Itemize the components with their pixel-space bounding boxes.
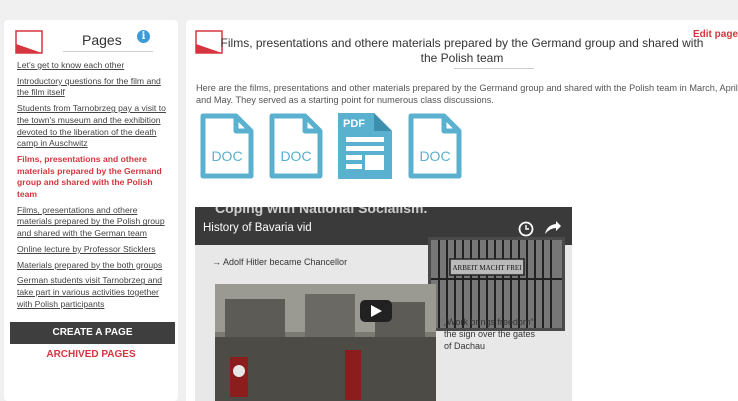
sidebar-item[interactable]: German students visit Tarnobrzeg and tak… [17, 275, 167, 310]
title-divider [454, 68, 534, 69]
video-thumbnail: Coping with National Socialism. History … [195, 207, 572, 401]
doc-file-icon[interactable]: DOC [408, 113, 462, 179]
sidebar-item[interactable]: Introductory questions for the film and … [17, 76, 167, 99]
gate-sign: ARBEIT MACHT FREI [453, 264, 523, 272]
intro-text: Here are the films, presentations and ot… [196, 83, 738, 105]
file-type-label: PDF [343, 118, 365, 130]
page-list: Let's get to know each other Introductory… [17, 60, 167, 317]
create-page-button[interactable]: CREATE A PAGE [10, 322, 175, 344]
play-icon [360, 300, 392, 322]
edit-page-link[interactable]: Edit page [693, 29, 738, 40]
doc-file-icon[interactable]: DOC [269, 113, 323, 179]
page-title: Films, presentations and othere material… [220, 36, 704, 65]
title-divider [63, 51, 153, 52]
file-type-label: DOC [419, 148, 450, 164]
pdf-file-icon[interactable]: PDF [338, 113, 392, 179]
pages-sidebar: Pages i Let's get to know each other Intr… [4, 20, 178, 401]
file-type-label: DOC [280, 148, 311, 164]
file-type-label: DOC [211, 148, 242, 164]
parade-photo [215, 284, 436, 401]
main-content: Films, presentations and othere material… [186, 20, 738, 401]
sidebar-item-active[interactable]: Films, presentations and othere material… [17, 154, 167, 201]
doc-file-icon[interactable]: DOC [200, 113, 254, 179]
sidebar-title: Pages [82, 32, 122, 48]
embedded-video[interactable]: Coping with National Socialism. History … [195, 207, 572, 401]
sidebar-item[interactable]: Materials prepared by the both groups [17, 260, 167, 272]
sidebar-item[interactable]: Let's get to know each other [17, 60, 167, 72]
sidebar-item[interactable]: Students from Tarnobrzeg pay a visit to … [17, 103, 167, 150]
sidebar-item[interactable]: Films, presentations and othere material… [17, 205, 167, 240]
archived-pages-link[interactable]: ARCHIVED PAGES [4, 349, 178, 360]
video-top-text: Coping with National Socialism. [215, 207, 427, 216]
video-title: History of Bavaria vid [203, 222, 312, 234]
sidebar-item[interactable]: Online lecture by Professor Sticklers [17, 244, 167, 256]
video-bullet: → Adolf Hitler became Chancellor [212, 257, 347, 267]
info-icon[interactable]: i [137, 30, 150, 43]
page-flag-icon [15, 30, 43, 54]
